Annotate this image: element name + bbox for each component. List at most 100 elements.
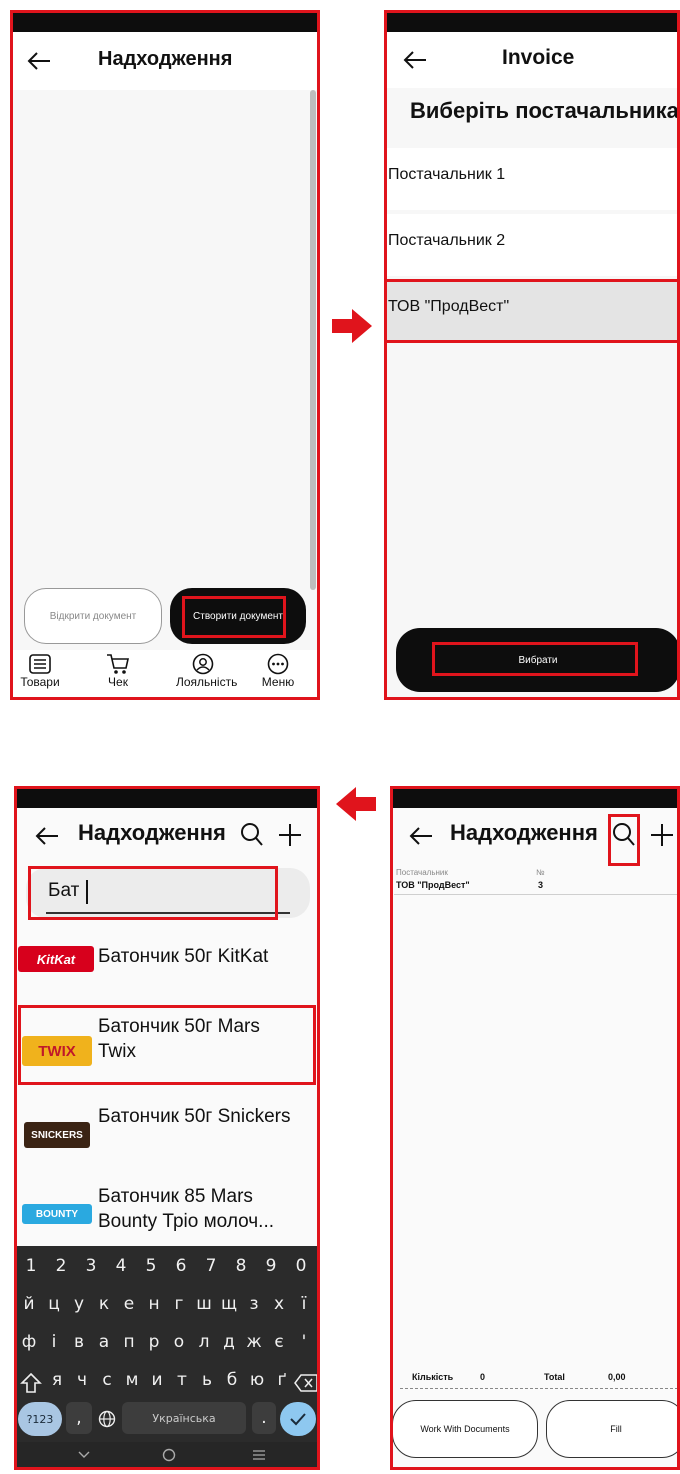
- page-title: Надходження: [450, 820, 598, 845]
- keyboard-key[interactable]: 7: [197, 1250, 225, 1282]
- keyboard-key[interactable]: ї: [291, 1288, 317, 1320]
- symbols-key[interactable]: ?123: [18, 1402, 62, 1436]
- open-document-button[interactable]: Відкрити документ: [24, 588, 162, 644]
- keyboard-key[interactable]: ц: [41, 1288, 67, 1320]
- keyboard-key[interactable]: є: [266, 1326, 292, 1358]
- plus-icon[interactable]: [278, 822, 302, 848]
- keyboard-key[interactable]: у: [66, 1288, 92, 1320]
- back-arrow-icon[interactable]: [402, 48, 428, 72]
- keyboard-key[interactable]: 6: [167, 1250, 195, 1282]
- keyboard-key[interactable]: 3: [77, 1250, 105, 1282]
- status-bar: [10, 10, 320, 32]
- scrollbar[interactable]: [310, 90, 316, 590]
- keyboard-key[interactable]: ф: [16, 1326, 42, 1358]
- list-item[interactable]: TWIX Батончик 50г Mars Twix: [18, 1008, 318, 1088]
- text-cursor: [86, 880, 88, 904]
- keyboard-key[interactable]: ж: [241, 1326, 267, 1358]
- fill-button[interactable]: Fill: [546, 1400, 680, 1458]
- keyboard-key[interactable]: й: [16, 1288, 42, 1320]
- supplier-item-selected[interactable]: ТОВ "ПродВест": [384, 280, 680, 342]
- keyboard-key[interactable]: ґ: [269, 1364, 295, 1396]
- search-icon[interactable]: [612, 822, 636, 848]
- keyboard-key[interactable]: 8: [227, 1250, 255, 1282]
- keyboard-row-5: ?123 , Українська .: [14, 1402, 320, 1440]
- keyboard-key[interactable]: 4: [107, 1250, 135, 1282]
- keyboard-key[interactable]: ': [291, 1326, 317, 1358]
- keyboard-key[interactable]: о: [166, 1326, 192, 1358]
- keyboard-key[interactable]: б: [219, 1364, 245, 1396]
- shift-icon[interactable]: [20, 1373, 42, 1393]
- chevron-down-icon[interactable]: [78, 1450, 90, 1460]
- keyboard-row-numbers: 1 2 3 4 5 6 7 8 9 0: [14, 1250, 320, 1288]
- keyboard-key[interactable]: 9: [257, 1250, 285, 1282]
- search-icon[interactable]: [240, 822, 264, 848]
- nav-item-products[interactable]: Товари: [12, 650, 68, 698]
- plus-icon[interactable]: [650, 822, 674, 848]
- keyboard-key[interactable]: щ: [216, 1288, 242, 1320]
- keyboard-key[interactable]: л: [191, 1326, 217, 1358]
- work-with-documents-button[interactable]: Work With Documents: [392, 1400, 538, 1458]
- keyboard-key[interactable]: с: [94, 1364, 120, 1396]
- keyboard-key[interactable]: 2: [47, 1250, 75, 1282]
- period-key[interactable]: .: [252, 1402, 276, 1434]
- keyboard-key[interactable]: в: [66, 1326, 92, 1358]
- back-arrow-icon[interactable]: [26, 49, 52, 73]
- nav-item-receipt[interactable]: Чек: [90, 650, 146, 698]
- supplier-item-label: Постачальник 1: [388, 166, 506, 183]
- status-bar: [14, 786, 320, 808]
- keyboard-key[interactable]: г: [166, 1288, 192, 1320]
- product-thumbnail: TWIX: [22, 1036, 92, 1066]
- keyboard-key[interactable]: н: [141, 1288, 167, 1320]
- supplier-item[interactable]: Постачальник 2: [384, 214, 680, 276]
- keyboard-key[interactable]: ш: [191, 1288, 217, 1320]
- page-title: Invoice: [502, 46, 575, 69]
- keyboard-key[interactable]: р: [141, 1326, 167, 1358]
- keyboard-key[interactable]: е: [116, 1288, 142, 1320]
- keyboard-key[interactable]: м: [119, 1364, 145, 1396]
- list-icon: [29, 654, 51, 674]
- comma-key[interactable]: ,: [66, 1402, 92, 1434]
- home-circle-icon[interactable]: [162, 1448, 176, 1462]
- supplier-item[interactable]: Постачальник 1: [384, 148, 680, 210]
- nav-item-loyalty[interactable]: Лояльність: [172, 650, 237, 698]
- keyboard-key[interactable]: 1: [17, 1250, 45, 1282]
- keyboard-key[interactable]: к: [91, 1288, 117, 1320]
- create-document-button[interactable]: Створити документ: [170, 588, 306, 644]
- nav-item-menu[interactable]: Меню: [250, 650, 306, 698]
- cart-icon: [107, 654, 129, 674]
- keyboard-key[interactable]: х: [266, 1288, 292, 1320]
- app-header: Надходження: [14, 808, 320, 860]
- space-key[interactable]: Українська: [122, 1402, 246, 1434]
- keyboard-key[interactable]: з: [241, 1288, 267, 1320]
- keyboard-key[interactable]: д: [216, 1326, 242, 1358]
- keyboard-key[interactable]: ч: [69, 1364, 95, 1396]
- keyboard-key[interactable]: 5: [137, 1250, 165, 1282]
- page-title: Надходження: [78, 820, 226, 845]
- list-item[interactable]: KitKat Батончик 50г KitKat: [18, 926, 318, 998]
- app-header: Invoice: [384, 32, 680, 88]
- confirm-key[interactable]: [280, 1402, 316, 1436]
- keyboard-key[interactable]: ь: [194, 1364, 220, 1396]
- keyboard-key[interactable]: і: [41, 1326, 67, 1358]
- search-field[interactable]: Бат: [26, 868, 310, 918]
- back-arrow-icon[interactable]: [34, 824, 60, 848]
- search-input[interactable]: Бат: [48, 880, 79, 902]
- keyboard: 1 2 3 4 5 6 7 8 9 0 й ц у к е н г ш щ з …: [14, 1246, 320, 1470]
- list-item[interactable]: SNICKERS Батончик 50г Snickers: [18, 1100, 318, 1172]
- keyboard-key[interactable]: п: [116, 1326, 142, 1358]
- backspace-icon[interactable]: [294, 1374, 318, 1392]
- recent-apps-icon[interactable]: [252, 1449, 266, 1461]
- number-value: 3: [538, 880, 544, 890]
- keyboard-key[interactable]: и: [144, 1364, 170, 1396]
- globe-icon[interactable]: [98, 1410, 116, 1428]
- panel-1-receipts-screen: Надходження Відкрити документ Створити д…: [10, 10, 320, 700]
- keyboard-key[interactable]: я: [44, 1364, 70, 1396]
- keyboard-key[interactable]: ю: [244, 1364, 270, 1396]
- keyboard-key[interactable]: т: [169, 1364, 195, 1396]
- quantity-value: 0: [480, 1372, 486, 1382]
- list-item[interactable]: BOUNTY Батончик 85 Mars Bounty Тріо моло…: [18, 1180, 318, 1252]
- back-arrow-icon[interactable]: [408, 824, 434, 848]
- keyboard-key[interactable]: а: [91, 1326, 117, 1358]
- select-button[interactable]: Вибрати: [396, 628, 680, 692]
- keyboard-key[interactable]: 0: [287, 1250, 315, 1282]
